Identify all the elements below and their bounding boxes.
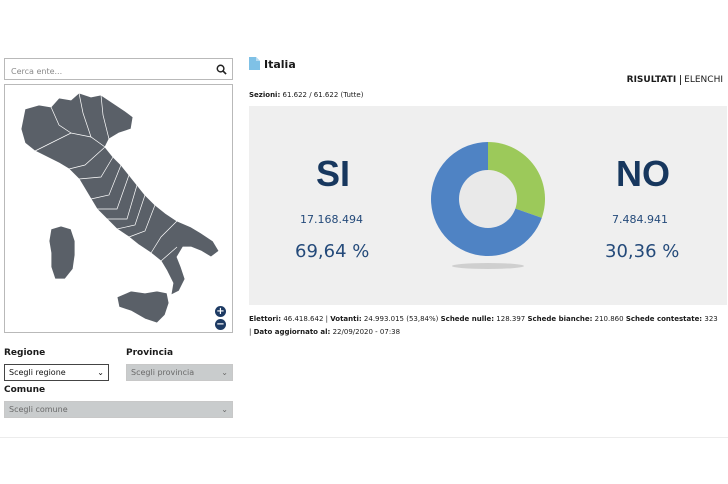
chevron-down-icon: ⌄ [97,368,104,377]
summary-stats: Elettori: 46.418.642 | Votanti: 24.993.0… [249,315,718,336]
nulle-label: Schede nulle: [440,315,495,323]
votanti-value: 24.993.015 (53,84%) [363,315,439,323]
region-select-value: Scegli regione [9,368,66,377]
italy-map[interactable] [5,85,233,333]
tab-lists[interactable]: ELENCHI [681,75,723,85]
search-input[interactable] [5,61,205,82]
page-title: Italia [264,58,296,71]
chevron-down-icon: ⌄ [221,405,228,414]
sections-value: 61.622 / 61.622 (Tutte) [282,91,364,99]
zoom-out-icon[interactable]: − [215,319,226,330]
results-donut-chart [431,142,545,256]
footer-divider [0,437,728,438]
sections-label: Sezioni: [249,91,281,99]
bianche-label: Schede bianche: [527,315,593,323]
province-select[interactable]: Scegli provincia ⌄ [126,364,233,381]
no-percentage: 30,36 % [605,241,680,262]
zoom-in-icon[interactable]: + [215,306,226,317]
region-select[interactable]: Scegli regione ⌄ [4,364,109,381]
province-label: Provincia [126,348,174,358]
no-votes: 7.484.941 [612,213,668,226]
comune-label: Comune [4,385,46,395]
no-label: NO [616,153,670,194]
elettori-label: Elettori: [249,315,282,323]
chevron-down-icon: ⌄ [221,368,228,377]
tab-results[interactable]: RISULTATI [627,75,682,85]
search-box [4,58,233,82]
comune-select-value: Scegli comune [9,405,68,414]
map-panel: + − [4,84,233,333]
yes-percentage: 69,64 % [295,241,370,262]
view-tabs: RISULTATI ELENCHI [627,75,723,85]
results-panel: SI 17.168.494 69,64 % NO 7.484.941 30,36… [249,106,727,305]
votanti-label: Votanti: [330,315,362,323]
region-label: Regione [4,348,46,358]
yes-votes: 17.168.494 [300,213,363,226]
nulle-value: 128.397 [496,315,526,323]
document-icon [249,57,260,70]
bianche-value: 210.860 [594,315,624,323]
contestate-label: Schede contestate: [625,315,703,323]
aggiornato-label: Dato aggiornato al: [253,328,331,336]
contestate-value: 323 [704,315,718,323]
province-select-value: Scegli provincia [131,368,195,377]
aggiornato-value: 22/09/2020 - 07:38 [332,328,401,336]
yes-label: SI [316,153,351,194]
comune-select[interactable]: Scegli comune ⌄ [4,401,233,418]
sections-info: Sezioni: 61.622 / 61.622 (Tutte) [249,91,363,99]
search-icon[interactable] [216,64,227,75]
donut-shadow [452,263,524,269]
elettori-value: 46.418.642 [283,315,324,323]
